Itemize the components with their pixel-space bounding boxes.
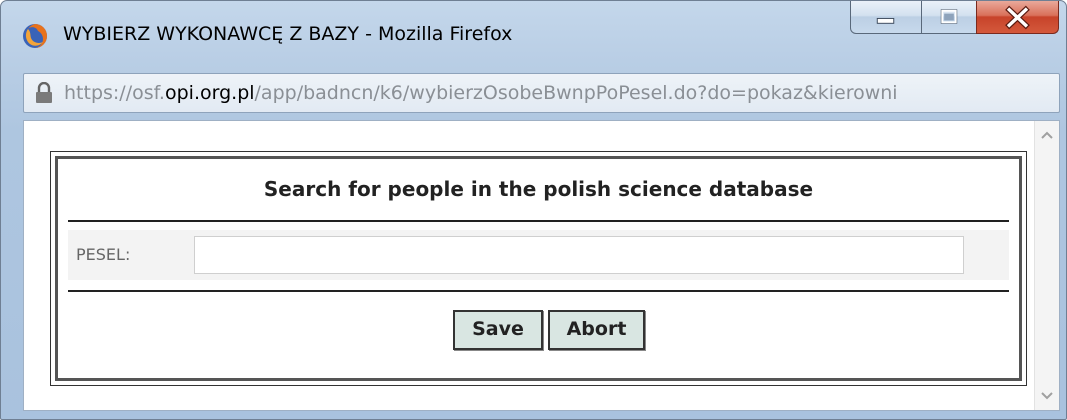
buttons-divider	[68, 290, 1009, 292]
pesel-input[interactable]	[194, 236, 964, 274]
url-text: https://osf.opi.org.pl/app/badncn/k6/wyb…	[64, 82, 898, 104]
firefox-icon	[22, 23, 48, 49]
address-bar[interactable]: https://osf.opi.org.pl/app/badncn/k6/wyb…	[23, 73, 1060, 113]
caption-buttons	[850, 1, 1060, 37]
lock-icon	[34, 81, 54, 104]
minimize-icon	[876, 17, 895, 24]
dialog-heading: Search for people in the polish science …	[263, 177, 814, 201]
abort-button[interactable]: Abort	[548, 310, 645, 350]
browser-window: WYBIERZ WYKONAWCĘ Z BAZY - Mozilla Firef…	[0, 0, 1067, 420]
maximize-icon	[940, 9, 958, 24]
url-host: opi.org.pl	[164, 82, 255, 104]
search-panel: Search for people in the polish science …	[55, 156, 1022, 381]
pesel-row: PESEL:	[68, 230, 1009, 280]
scroll-up-arrow-icon[interactable]	[1041, 131, 1053, 139]
pesel-label: PESEL:	[76, 245, 131, 264]
close-icon	[1005, 5, 1030, 30]
title-bar[interactable]: WYBIERZ WYKONAWCĘ Z BAZY - Mozilla Firef…	[1, 1, 1066, 63]
maximize-button[interactable]	[921, 1, 977, 34]
vertical-scrollbar[interactable]	[1034, 121, 1059, 410]
minimize-button[interactable]	[850, 1, 922, 34]
heading-divider	[68, 220, 1009, 222]
url-prefix: https://osf.	[64, 82, 165, 104]
search-dialog: Search for people in the polish science …	[50, 151, 1027, 386]
save-button[interactable]: Save	[453, 310, 543, 350]
scroll-down-arrow-icon[interactable]	[1041, 392, 1053, 400]
close-button[interactable]	[976, 1, 1059, 34]
page-viewport: Search for people in the polish science …	[23, 120, 1060, 411]
window-title: WYBIERZ WYKONAWCĘ Z BAZY - Mozilla Firef…	[63, 23, 513, 45]
url-path: /app/badncn/k6/wybierzOsobeBwnpPoPesel.d…	[254, 82, 898, 104]
